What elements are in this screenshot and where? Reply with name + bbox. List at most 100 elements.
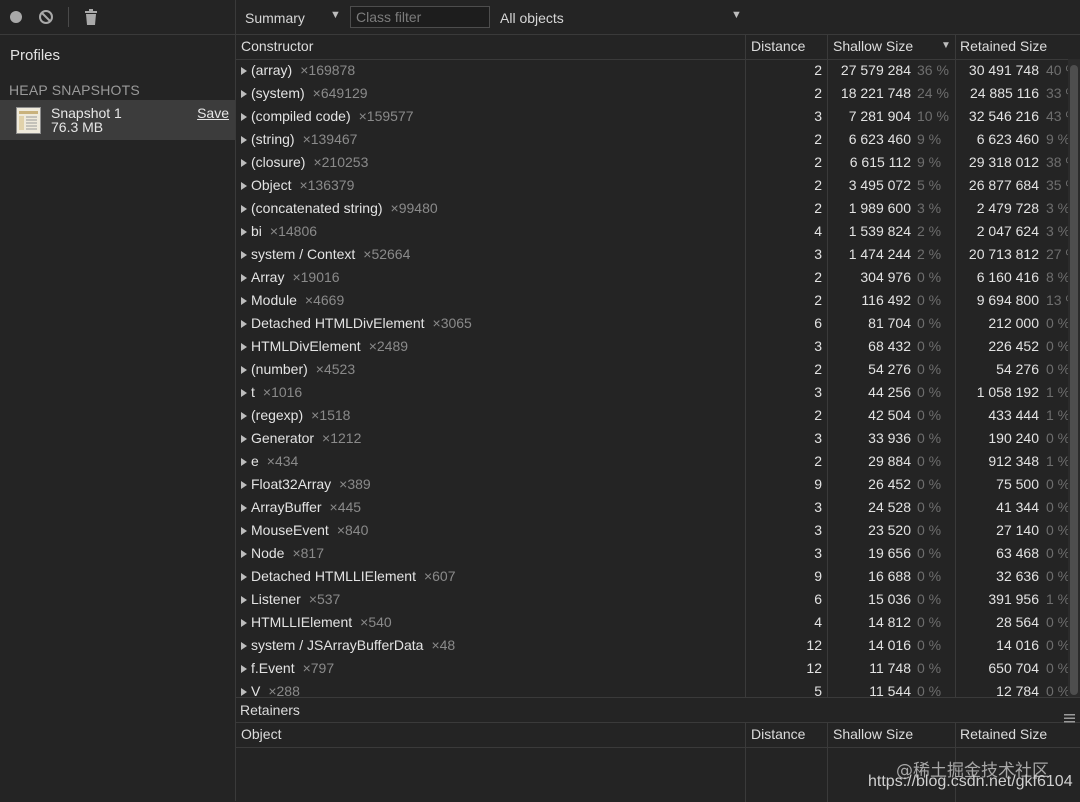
table-row[interactable]: (regexp) ×1518 2 42 504 0 % 433 444 1 %	[236, 404, 1070, 427]
retainers-distance-header[interactable]: Distance	[746, 723, 805, 747]
table-row[interactable]: e ×434 2 29 884 0 % 912 348 1 %	[236, 450, 1070, 473]
constructor-cell: Detached HTMLLIElement ×607	[241, 565, 456, 588]
retained-size-value: 29 318 012	[968, 154, 1039, 170]
distance-value: 2	[814, 361, 822, 377]
expand-triangle-icon[interactable]	[241, 527, 247, 535]
table-row[interactable]: Listener ×537 6 15 036 0 % 391 956 1 %	[236, 588, 1070, 611]
object-header[interactable]: Object	[236, 723, 281, 747]
table-row[interactable]: ArrayBuffer ×445 3 24 528 0 % 41 344 0 %	[236, 496, 1070, 519]
sort-descending-icon[interactable]: ▼	[936, 35, 951, 59]
shallow-size-percent: 0 %	[917, 361, 942, 377]
retained-size-value: 2 047 624	[976, 223, 1039, 239]
expand-triangle-icon[interactable]	[241, 435, 247, 443]
expand-triangle-icon[interactable]	[241, 596, 247, 604]
shallow-size-value: 42 504	[868, 407, 911, 423]
expand-triangle-icon[interactable]	[241, 412, 247, 420]
table-row[interactable]: (closure) ×210253 2 6 615 112 9 % 29 318 012 3…	[236, 151, 1076, 174]
table-row[interactable]: t ×1016 3 44 256 0 % 1 058 192 1 %	[236, 381, 1070, 404]
table-row[interactable]: bi ×14806 4 1 539 824 2 % 2 047 624 3 %	[236, 220, 1070, 243]
table-row[interactable]: Generator ×1212 3 33 936 0 % 190 240 0 %	[236, 427, 1070, 450]
distance-value: 3	[814, 246, 822, 262]
instance-count: ×1016	[262, 384, 303, 400]
expand-triangle-icon[interactable]	[241, 458, 247, 466]
table-row[interactable]: Module ×4669 2 116 492 0 % 9 694 800 13 %	[236, 289, 1076, 312]
expand-triangle-icon[interactable]	[241, 159, 247, 167]
expand-triangle-icon[interactable]	[241, 550, 247, 558]
expand-triangle-icon[interactable]	[241, 481, 247, 489]
view-select[interactable]: Summary	[245, 10, 305, 26]
expand-triangle-icon[interactable]	[241, 297, 247, 305]
view-dropdown-arrow-icon[interactable]: ▼	[330, 9, 341, 21]
expand-triangle-icon[interactable]	[241, 389, 247, 397]
expand-triangle-icon[interactable]	[241, 366, 247, 374]
shallow-size-value: 44 256	[868, 384, 911, 400]
expand-triangle-icon[interactable]	[241, 136, 247, 144]
expand-triangle-icon[interactable]	[241, 274, 247, 282]
expand-triangle-icon[interactable]	[241, 228, 247, 236]
table-row[interactable]: f.Event ×797 12 11 748 0 % 650 704 0 %	[236, 657, 1070, 680]
expand-triangle-icon[interactable]	[241, 619, 247, 627]
table-row[interactable]: (number) ×4523 2 54 276 0 % 54 276 0 %	[236, 358, 1070, 381]
expand-triangle-icon[interactable]	[241, 320, 247, 328]
expand-triangle-icon[interactable]	[241, 67, 247, 75]
heap-snapshots-header: HEAP SNAPSHOTS	[9, 82, 140, 98]
table-row[interactable]: (string) ×139467 2 6 623 460 9 % 6 623 460 9 %	[236, 128, 1070, 151]
expand-triangle-icon[interactable]	[241, 688, 247, 696]
retainers-title-bar[interactable]: Retainers	[236, 698, 1080, 723]
vertical-scrollbar[interactable]	[1068, 59, 1080, 697]
retainers-shallow-size-header[interactable]: Shallow Size	[828, 723, 913, 747]
table-row[interactable]: V ×288 5 11 544 0 % 12 784 0 %	[236, 680, 1070, 697]
trash-icon[interactable]	[83, 9, 99, 25]
distance-header[interactable]: Distance	[746, 35, 805, 59]
expand-triangle-icon[interactable]	[241, 205, 247, 213]
objects-dropdown-arrow-icon[interactable]: ▼	[731, 9, 742, 21]
expand-triangle-icon[interactable]	[241, 251, 247, 259]
table-row[interactable]: Array ×19016 2 304 976 0 % 6 160 416 8 %	[236, 266, 1070, 289]
retained-size-header[interactable]: Retained Size	[955, 35, 1047, 59]
expand-triangle-icon[interactable]	[241, 90, 247, 98]
expand-triangle-icon[interactable]	[241, 504, 247, 512]
table-row[interactable]: (system) ×649129 2 18 221 748 24 % 24 885 116…	[236, 82, 1076, 105]
constructor-cell: Object ×136379	[241, 174, 354, 197]
objects-select[interactable]: All objects	[500, 10, 564, 26]
save-snapshot-link[interactable]: Save	[197, 105, 229, 121]
constructor-cell: (regexp) ×1518	[241, 404, 350, 427]
table-row[interactable]: Detached HTMLLIElement ×607 9 16 688 0 % 32 6…	[236, 565, 1070, 588]
expand-triangle-icon[interactable]	[241, 182, 247, 190]
snapshot-item[interactable]: Snapshot 1 76.3 MB Save	[0, 100, 235, 140]
scrollbar-thumb[interactable]	[1070, 65, 1078, 695]
shallow-size-value: 116 492	[861, 292, 911, 308]
shallow-size-percent: 0 %	[917, 384, 942, 400]
retained-size-value: 433 444	[988, 407, 1039, 423]
table-row[interactable]: Node ×817 3 19 656 0 % 63 468 0 %	[236, 542, 1070, 565]
expand-triangle-icon[interactable]	[241, 642, 247, 650]
table-row[interactable]: HTMLDivElement ×2489 3 68 432 0 % 226 452 0 %	[236, 335, 1070, 358]
menu-icon[interactable]	[1064, 706, 1075, 723]
expand-triangle-icon[interactable]	[241, 665, 247, 673]
table-row[interactable]: (concatenated string) ×99480 2 1 989 600 3 %…	[236, 197, 1070, 220]
retainers-retained-size-header[interactable]: Retained Size	[955, 723, 1047, 747]
table-row[interactable]: Object ×136379 2 3 495 072 5 % 26 877 684 35 %	[236, 174, 1076, 197]
table-row[interactable]: system / JSArrayBufferData ×48 12 14 016 0 %…	[236, 634, 1070, 657]
constructor-header[interactable]: Constructor	[236, 35, 313, 59]
expand-triangle-icon[interactable]	[241, 573, 247, 581]
expand-triangle-icon[interactable]	[241, 343, 247, 351]
shallow-size-percent: 0 %	[917, 315, 942, 331]
record-icon[interactable]	[8, 9, 24, 25]
expand-triangle-icon[interactable]	[241, 113, 247, 121]
table-row[interactable]: system / Context ×52664 3 1 474 244 2 % 20 71…	[236, 243, 1076, 266]
class-filter-input[interactable]	[350, 6, 490, 28]
distance-value: 3	[814, 430, 822, 446]
table-row[interactable]: (compiled code) ×159577 3 7 281 904 10 % 32 5…	[236, 105, 1076, 128]
constructor-name: Object	[251, 177, 292, 193]
table-row[interactable]: Detached HTMLDivElement ×3065 6 81 704 0 % 21…	[236, 312, 1070, 335]
shallow-size-header[interactable]: Shallow Size	[828, 35, 913, 59]
table-row[interactable]: (array) ×169878 2 27 579 284 36 % 30 491 748 4…	[236, 59, 1076, 82]
retainers-title: Retainers	[240, 702, 300, 718]
shallow-size-value: 7 281 904	[848, 108, 911, 124]
table-row[interactable]: HTMLLIElement ×540 4 14 812 0 % 28 564 0 %	[236, 611, 1070, 634]
clear-icon[interactable]	[38, 9, 54, 25]
constructor-cell: bi ×14806	[241, 220, 317, 243]
table-row[interactable]: Float32Array ×389 9 26 452 0 % 75 500 0 %	[236, 473, 1070, 496]
table-row[interactable]: MouseEvent ×840 3 23 520 0 % 27 140 0 %	[236, 519, 1070, 542]
